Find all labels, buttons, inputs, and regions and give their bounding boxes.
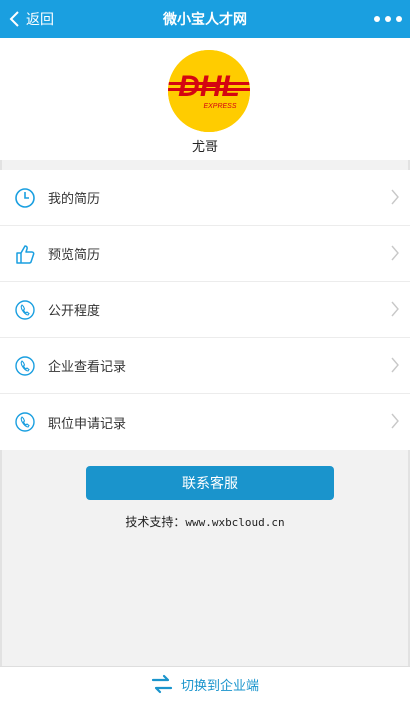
dhl-logo: DHL EXPRESS — [168, 50, 250, 132]
menu-item-preview-resume[interactable]: 预览简历 — [0, 226, 410, 282]
chevron-right-icon — [391, 189, 399, 205]
chevron-right-icon — [391, 357, 399, 373]
menu-item-label: 我的简历 — [48, 192, 101, 207]
menu-item-label: 企业查看记录 — [48, 360, 127, 375]
thumbs-up-icon — [14, 243, 36, 265]
menu-item-visibility[interactable]: 公开程度 — [0, 282, 410, 338]
dot-icon — [396, 16, 402, 22]
tech-support-url[interactable]: www.wxbcloud.cn — [185, 516, 284, 529]
avatar[interactable]: DHL EXPRESS — [168, 50, 250, 132]
back-button[interactable]: 返回 — [8, 0, 54, 38]
more-options-button[interactable] — [374, 0, 402, 38]
menu-item-my-resume[interactable]: 我的简历 — [0, 170, 410, 226]
back-label: 返回 — [26, 12, 54, 28]
switch-to-enterprise-button[interactable]: 切换到企业端 — [0, 666, 410, 701]
clock-icon — [14, 187, 36, 209]
menu-item-company-view-records[interactable]: 企业查看记录 — [0, 338, 410, 394]
svg-text:EXPRESS: EXPRESS — [203, 103, 236, 110]
swap-arrows-icon — [151, 674, 173, 694]
menu-item-job-application-records[interactable]: 职位申请记录 — [0, 394, 410, 450]
menu-item-label: 职位申请记录 — [48, 416, 127, 432]
menu-item-label: 预览简历 — [48, 248, 101, 263]
menu-item-label: 公开程度 — [48, 304, 101, 319]
switch-label: 切换到企业端 — [180, 678, 259, 694]
dot-icon — [385, 16, 391, 22]
phone-icon — [14, 411, 36, 433]
dot-icon — [374, 16, 380, 22]
phone-icon — [14, 355, 36, 377]
username: 尤哥 — [191, 140, 218, 155]
page-title: 微小宝人才网 — [163, 12, 247, 28]
tech-support-text: 技术支持：www.wxbcloud.cn — [0, 513, 410, 530]
profile-section: DHL EXPRESS 尤哥 — [0, 38, 410, 160]
chevron-right-icon — [391, 413, 399, 429]
chevron-right-icon — [391, 301, 399, 317]
chevron-right-icon — [391, 245, 399, 261]
top-navigation-bar: 返回 微小宝人才网 — [0, 0, 410, 38]
contact-support-button[interactable]: 联系客服 — [86, 466, 334, 500]
tech-support-label: 技术支持： — [125, 515, 186, 529]
phone-icon — [14, 299, 36, 321]
menu-list: 我的简历 预览简历 公开程度 企业查看记录 职位申请记录 — [0, 170, 410, 450]
chevron-left-icon — [9, 11, 19, 27]
svg-text:DHL: DHL — [178, 70, 240, 103]
